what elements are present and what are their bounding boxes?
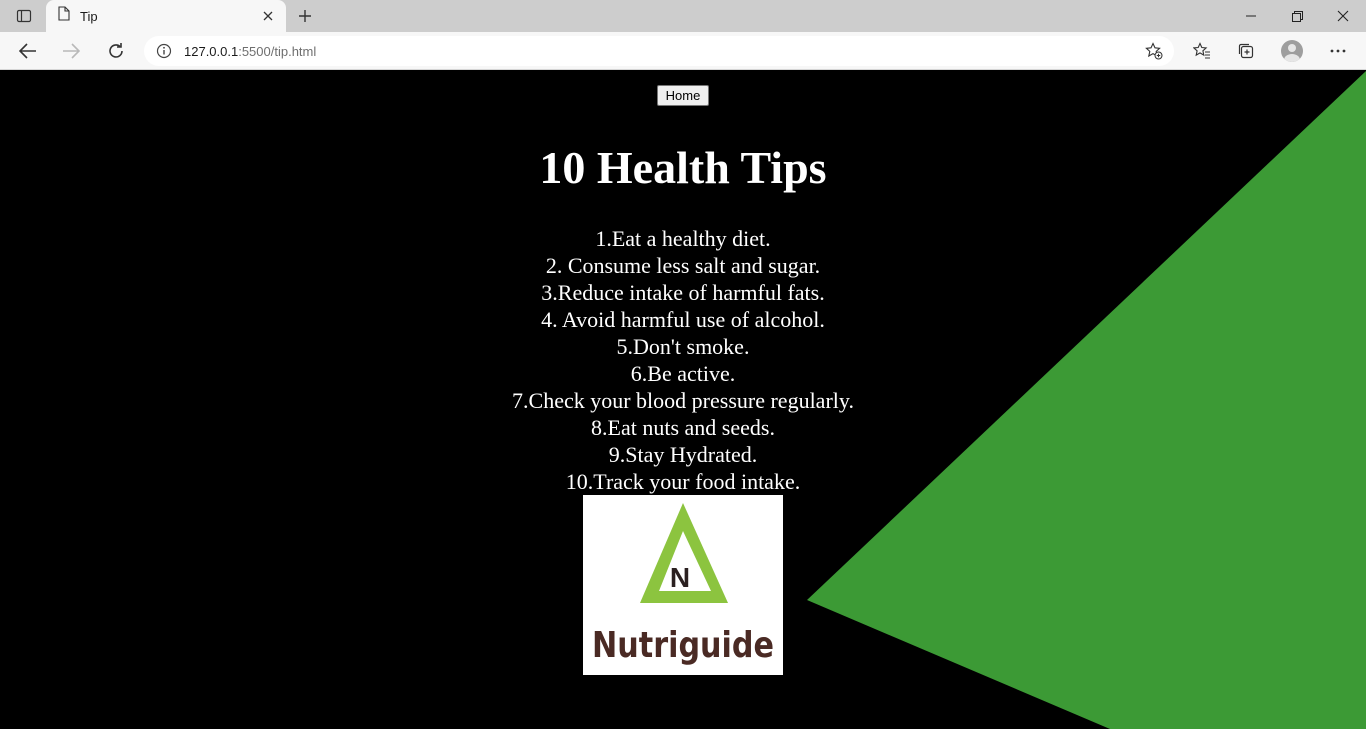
site-info-icon[interactable] [144,43,184,59]
new-tab-icon[interactable] [292,4,318,28]
page-viewport: Home 10 Health Tips 1.Eat a healthy diet… [0,71,1366,729]
tip-item: 2. Consume less salt and sugar. [545,253,821,278]
tip-item: 5.Don't smoke. [616,334,750,359]
close-window-icon[interactable] [1320,0,1366,32]
minimize-icon[interactable] [1228,0,1274,32]
collections-icon[interactable] [1231,37,1261,65]
add-favorite-icon[interactable] [1142,39,1166,63]
profile-icon[interactable] [1277,37,1307,65]
close-tab-icon[interactable] [254,2,282,30]
tip-item: 10.Track your food intake. [565,469,801,494]
url-text: 127.0.0.1:5500/tip.html [184,44,316,59]
tip-item: 7.Check your blood pressure regularly. [512,388,854,413]
home-button[interactable]: Home [657,85,709,106]
url-path: :5500/tip.html [238,43,317,59]
tip-item: 6.Be active. [630,361,736,386]
restore-icon[interactable] [1274,0,1320,32]
address-bar[interactable]: 127.0.0.1:5500/tip.html [144,36,1174,66]
page-icon [58,6,70,26]
back-icon[interactable] [13,37,43,65]
tab-title: Tip [80,8,98,24]
logo-brand-text: Nutriguide [592,625,774,666]
tip-item: 9.Stay Hydrated. [608,442,758,467]
tip-item: 3.Reduce intake of harmful fats. [541,280,825,305]
tab-actions-icon[interactable] [10,6,38,26]
browser-toolbar: 127.0.0.1:5500/tip.html [0,32,1366,70]
url-host: 127.0.0.1 [184,43,239,59]
avatar [1281,40,1303,62]
refresh-icon[interactable] [101,37,131,65]
tip-item: 1.Eat a healthy diet. [595,226,771,251]
browser-tab[interactable]: Tip [46,0,286,32]
forward-icon[interactable] [56,37,86,65]
tip-item: 4. Avoid harmful use of alcohol. [541,307,825,332]
more-options-icon[interactable] [1323,37,1353,65]
tab-strip: Tip [0,0,1366,32]
favorites-icon[interactable] [1187,37,1217,65]
logo-letter: N [670,562,690,593]
nutriguide-logo: N Nutriguide [583,495,783,675]
tip-item: 8.Eat nuts and seeds. [591,415,775,440]
health-tips-list: 1.Eat a healthy diet. 2. Consume less sa… [0,225,1366,495]
page-title: 10 Health Tips [539,142,827,193]
